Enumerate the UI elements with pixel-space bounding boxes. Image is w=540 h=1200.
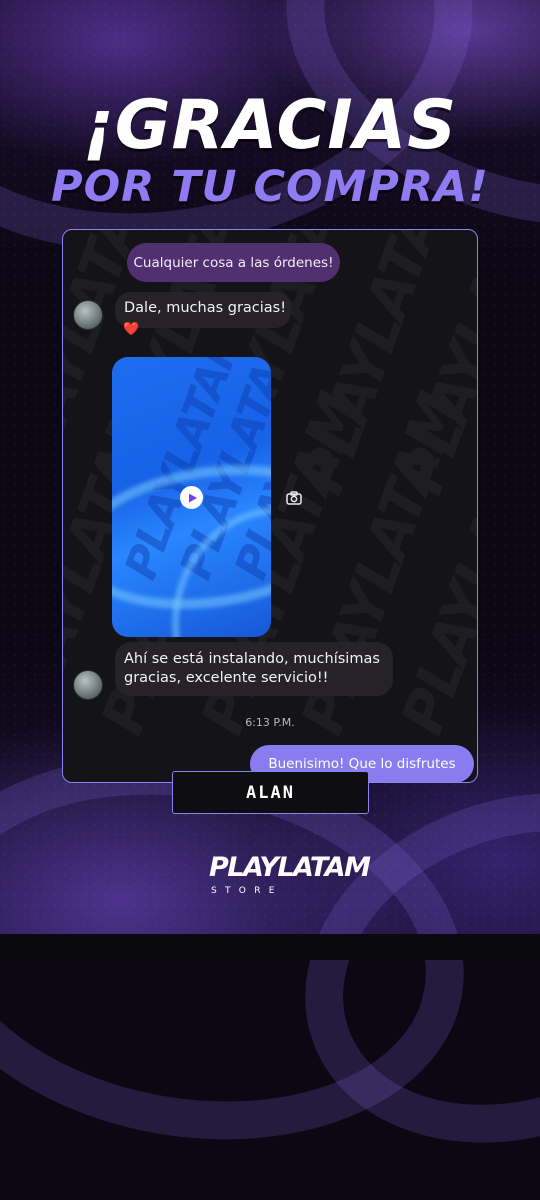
outgoing-message: Cualquier cosa a las órdenes! bbox=[127, 243, 340, 282]
brand-name: PLAYLATAM bbox=[209, 852, 371, 883]
brand-logo: PLAYLATAM STORE bbox=[209, 853, 371, 901]
avatar[interactable] bbox=[73, 670, 103, 700]
message-timestamp: 6:13 P.M. bbox=[245, 716, 295, 729]
incoming-message-line: gracias, excelente servicio!! bbox=[124, 670, 329, 686]
video-thumbnail[interactable]: PLAYLATAM PLAYLATAM PLAYLATAM bbox=[112, 357, 271, 637]
headline-purchase: POR TU COMPRA! bbox=[51, 162, 489, 212]
brand-subtitle: STORE bbox=[211, 886, 283, 896]
bottom-bar bbox=[0, 934, 540, 960]
camera-icon[interactable] bbox=[285, 489, 303, 507]
customer-name-tag: ALAN bbox=[172, 771, 369, 814]
headline-thanks: ¡GRACIAS bbox=[82, 86, 458, 165]
heart-reaction-icon[interactable]: ❤️ bbox=[123, 322, 139, 337]
play-icon[interactable] bbox=[180, 486, 203, 509]
avatar[interactable] bbox=[73, 300, 103, 330]
chat-screenshot: PLAYLATAM PLAYLATAM PLAYLATAM PLAYLATAM … bbox=[62, 229, 478, 783]
incoming-message: Dale, muchas gracias! bbox=[124, 300, 287, 316]
